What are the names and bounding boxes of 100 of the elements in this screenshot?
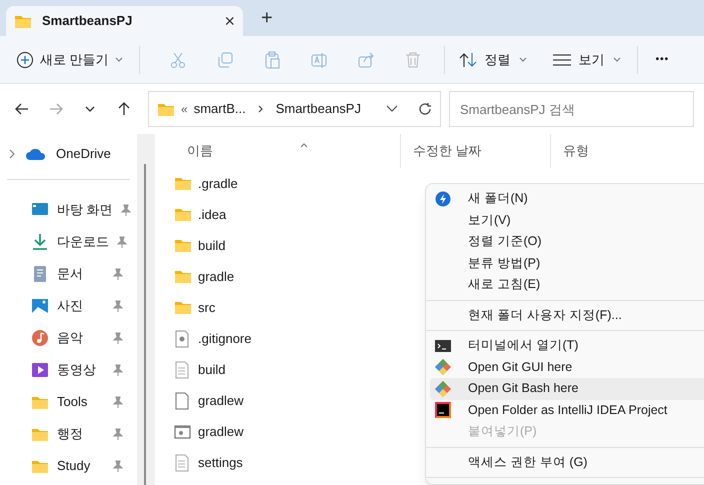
file-name[interactable]: settings (198, 452, 243, 472)
chevron-down-icon (114, 57, 123, 62)
menu-item[interactable]: Open Git Bash here (430, 378, 704, 400)
menu-item[interactable]: 새 폴더(N) (430, 188, 704, 210)
file-name[interactable]: gradle (198, 266, 234, 286)
music-note-icon (31, 329, 49, 347)
lines-icon (552, 54, 571, 66)
file-name[interactable]: build (198, 360, 226, 380)
close-button[interactable]: × (224, 12, 235, 30)
pin-icon (113, 364, 123, 376)
column-header[interactable]: 수정한 날짜 (413, 141, 482, 161)
rename-icon (310, 50, 328, 68)
video-icon (31, 361, 49, 379)
column-header[interactable]: 이름 (187, 141, 213, 161)
sidebar-item[interactable]: 바탕 화면 (57, 200, 113, 220)
diamond-icon (435, 380, 451, 397)
file-name[interactable]: .idea (198, 204, 226, 224)
file-name[interactable]: src (198, 298, 216, 318)
menu-item[interactable]: 새로 고침(E) (430, 274, 704, 296)
new-button[interactable]: 새로 만들기 (16, 44, 123, 76)
forward-arrow-icon (48, 101, 64, 117)
file-name[interactable]: gradlew (198, 390, 244, 410)
diamond-icon (435, 359, 451, 376)
sidebar-item[interactable]: OneDrive (56, 144, 111, 164)
more-button[interactable]: ••• (656, 52, 670, 67)
tab[interactable]: SmartbeansPJ × (6, 6, 243, 36)
scrollbar-thumb[interactable] (144, 164, 146, 485)
photo-icon (31, 297, 49, 315)
back-arrow-icon (14, 101, 30, 117)
menu-item[interactable]: 정렬 기준(O) (430, 231, 704, 252)
folder-icon (174, 238, 192, 253)
share-icon (356, 50, 375, 68)
sidebar-item[interactable]: Tools (57, 392, 105, 412)
search-field[interactable]: SmartbeansPJ 검색 (449, 91, 694, 127)
menu-item[interactable]: 터미널에서 열기(T) (430, 335, 704, 356)
new-tab-button[interactable]: + (261, 8, 273, 28)
breadcrumb[interactable]: smartB... (194, 99, 246, 119)
sidebar-item[interactable]: 동영상 (57, 360, 105, 380)
terminal-icon (435, 338, 451, 354)
pin-icon (113, 396, 123, 408)
document-icon (31, 265, 49, 283)
file-name[interactable]: .gitignore (198, 328, 252, 348)
chevron-right-icon (8, 149, 16, 159)
sidebar-item[interactable]: 행정 (57, 424, 105, 444)
refresh-icon (418, 102, 432, 116)
sidebar-item[interactable]: 음악 (57, 328, 105, 348)
tab-title: SmartbeansPJ (42, 12, 134, 30)
file-name[interactable]: build (198, 236, 226, 256)
sidebar-item[interactable]: 문서 (57, 264, 105, 284)
folder-icon (31, 394, 49, 410)
chevron-right-icon (258, 105, 264, 113)
sidebar-item[interactable]: 다운로드 (57, 232, 109, 252)
download-arrow-icon (31, 233, 49, 251)
pin-icon (113, 300, 123, 312)
sidebar-item[interactable]: 사진 (57, 296, 105, 316)
folder-icon (174, 269, 192, 284)
menu-item[interactable]: Open Folder as IntelliJ IDEA Project (430, 400, 704, 421)
button-label: 정렬 (484, 50, 511, 69)
sort-button[interactable]: 정렬 (458, 44, 527, 76)
menu-item[interactable]: 분류 방법(P) (430, 252, 704, 274)
delete-icon (404, 50, 422, 68)
folder-icon (31, 426, 49, 442)
folder-icon (174, 176, 192, 191)
file-name[interactable]: .gradle (198, 174, 238, 194)
menu-item: 붙여넣기(P) (467, 423, 538, 440)
breadcrumb[interactable]: SmartbeansPJ (276, 99, 361, 119)
chevron-down-icon (518, 57, 527, 62)
pin-icon (113, 428, 123, 440)
file-name[interactable]: gradlew (198, 422, 244, 442)
paste-icon (262, 50, 281, 68)
overflow-chevron-icon[interactable]: « (181, 100, 188, 118)
menu-item[interactable]: 액세스 권한 부여 (G) (430, 452, 704, 473)
folder-icon (174, 207, 192, 222)
folder-icon (14, 14, 32, 28)
view-button[interactable]: 보기 (552, 44, 621, 76)
cut-icon (168, 50, 187, 68)
sort-arrows-icon (458, 52, 477, 68)
menu-item[interactable]: 현재 폴더 사용자 지정(F)... (430, 304, 704, 326)
cloud-icon (26, 148, 46, 160)
folder-icon (174, 300, 192, 315)
menu-item[interactable]: Open Git GUI here (430, 356, 704, 378)
intellij-icon (435, 402, 451, 418)
menu-item[interactable]: 보기(V) (430, 210, 704, 231)
chevron-down-icon (612, 57, 621, 62)
button-label: 새로 만들기 (40, 50, 109, 69)
bolt-icon (435, 190, 451, 207)
pin-icon (113, 268, 123, 280)
folder-icon (157, 102, 175, 116)
column-header[interactable]: 유형 (563, 141, 589, 161)
up-arrow-icon (116, 101, 132, 117)
script-file-icon (174, 422, 192, 440)
folder-icon (31, 458, 49, 474)
pin-icon (113, 460, 123, 472)
sort-caret-icon (300, 143, 308, 148)
button-label: 보기 (578, 50, 605, 69)
address-bar[interactable]: « smartB... SmartbeansPJ (148, 91, 441, 127)
pin-icon (120, 204, 131, 216)
pin-icon (117, 236, 127, 248)
pin-icon (113, 332, 123, 344)
sidebar-item[interactable]: Study (57, 456, 105, 476)
